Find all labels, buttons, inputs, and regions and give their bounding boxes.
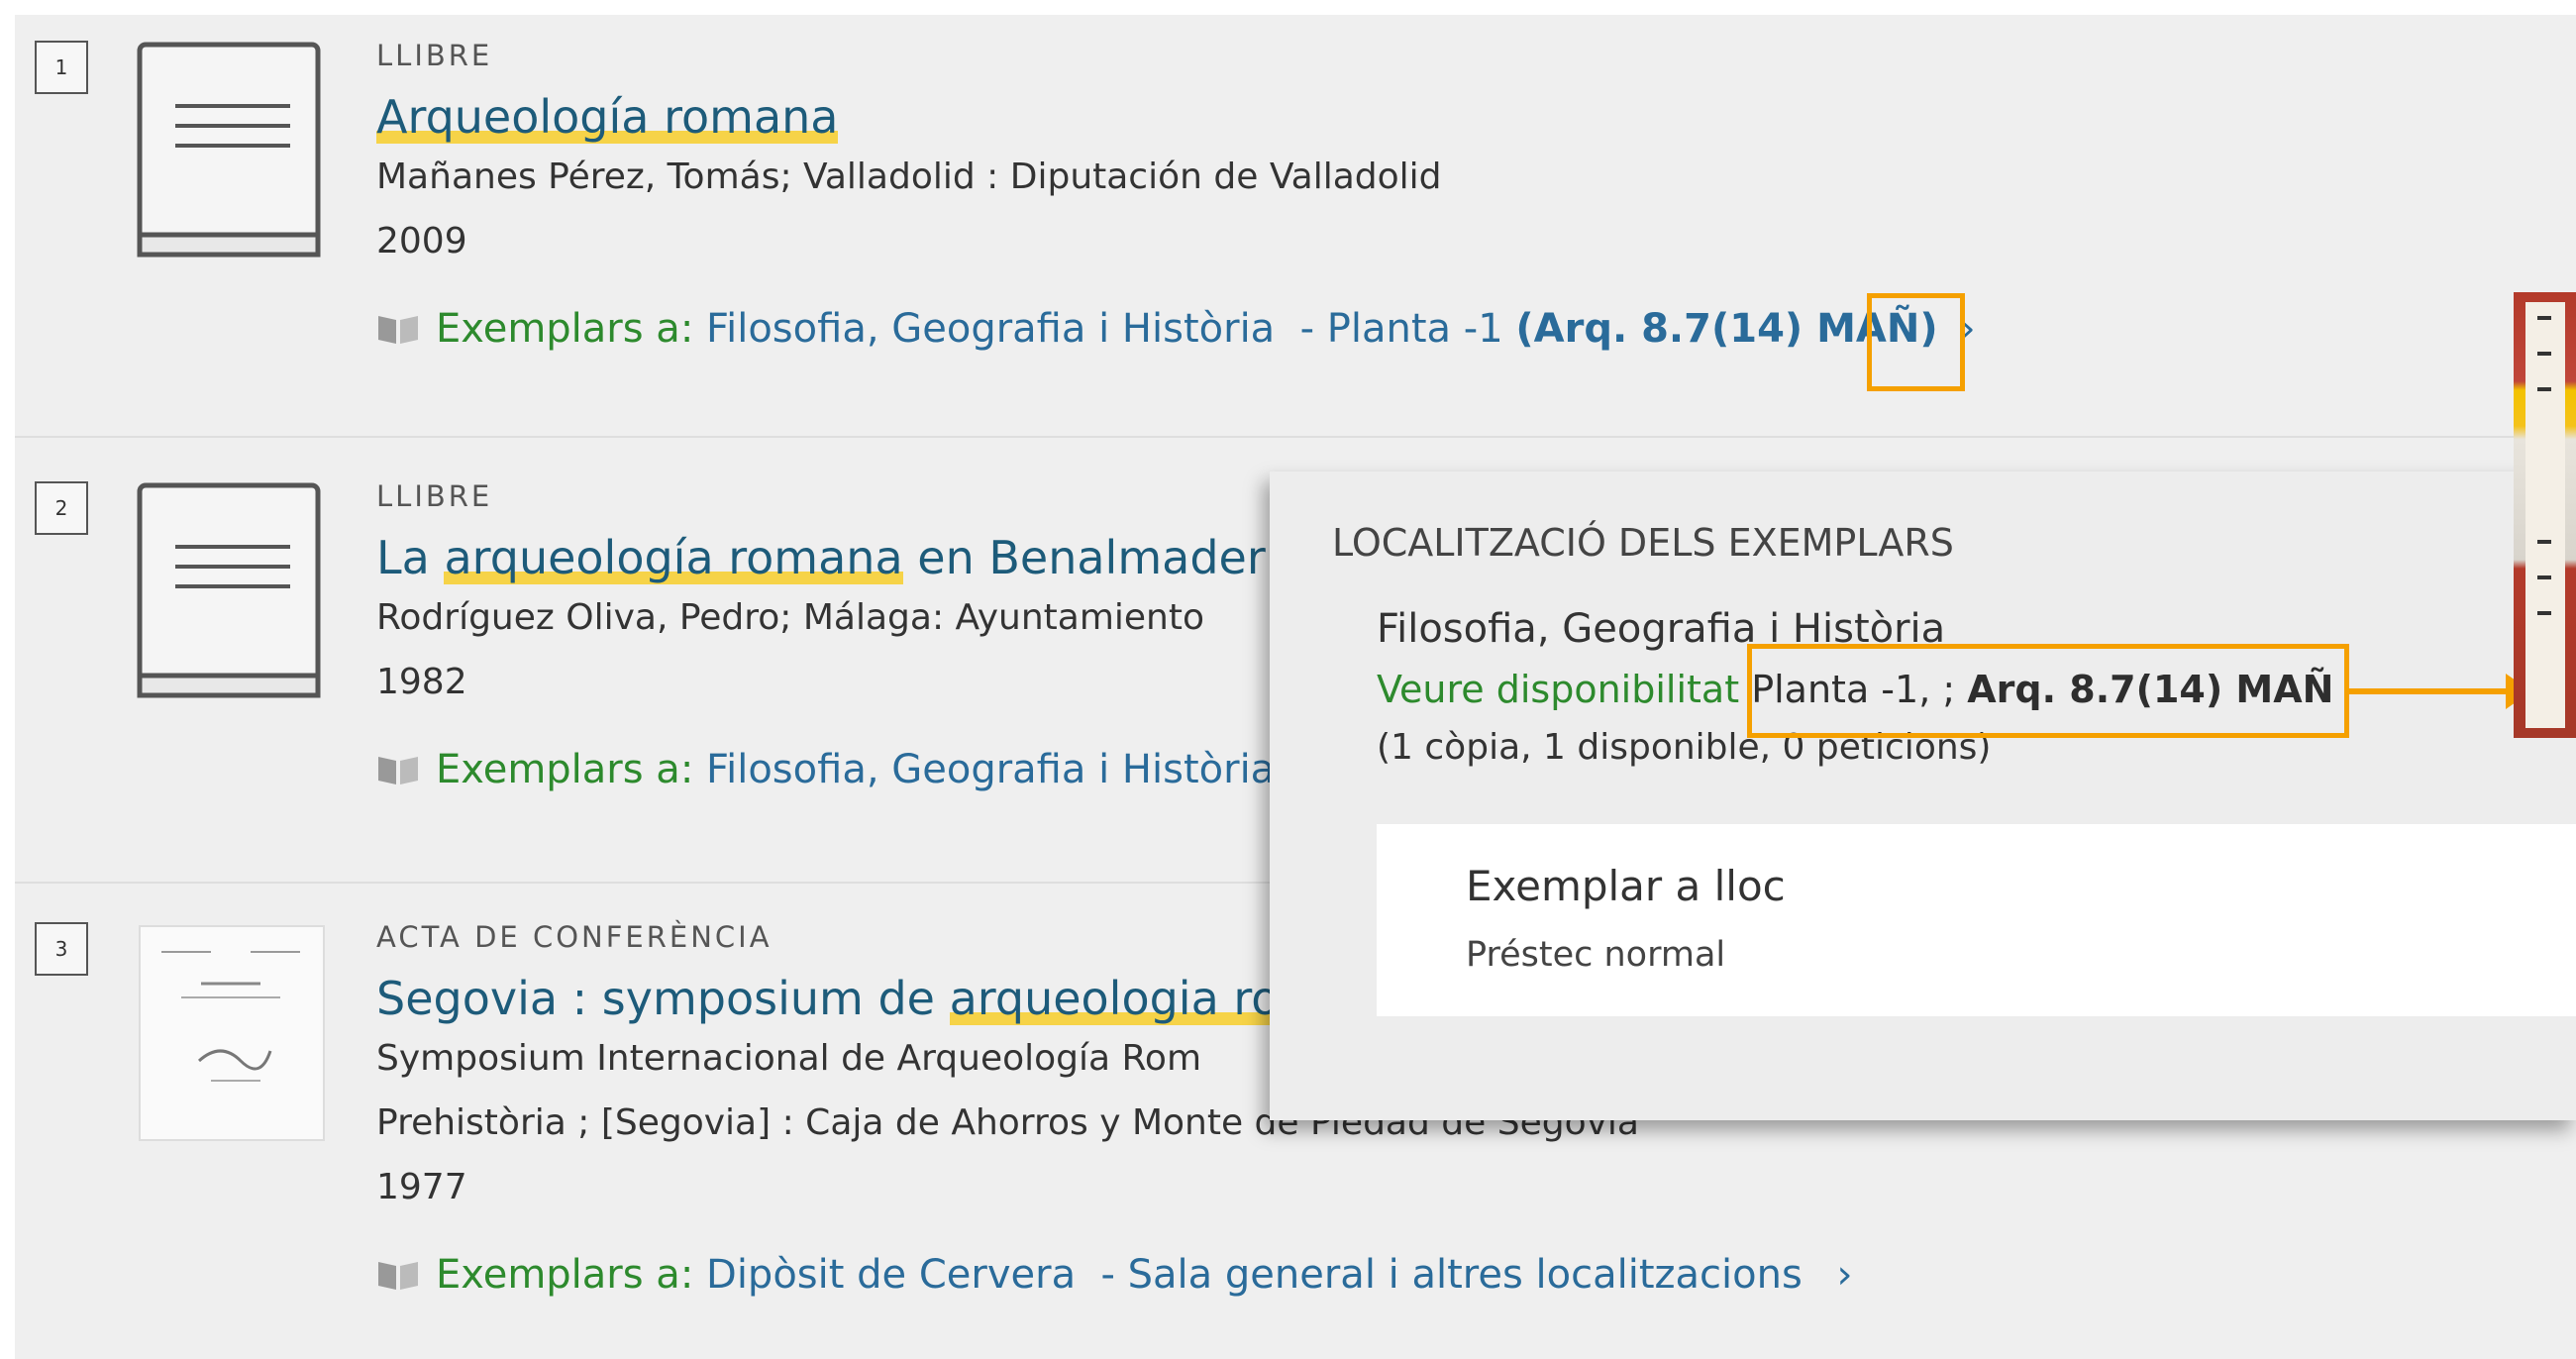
spine-mark (2537, 611, 2551, 615)
item-card[interactable]: Exemplar a lloc Préstec normal (1377, 824, 2576, 1016)
result-year: 2009 (376, 221, 467, 261)
result-number: 1 (35, 41, 88, 94)
spine-label (2525, 302, 2565, 728)
result-year: 1977 (376, 1167, 467, 1207)
title-highlight[interactable]: arqueologia ro (949, 972, 1280, 1025)
holdings-label: Exemplars a: (436, 1252, 694, 1298)
spine-mark (2537, 387, 2551, 391)
title-text[interactable]: La (376, 531, 444, 584)
open-book-icon (378, 316, 418, 344)
spine-mark (2537, 575, 2551, 579)
holdings-location[interactable]: Dipòsit de Cervera - Sala general i altr… (693, 1252, 1814, 1298)
result-number: 3 (35, 922, 88, 976)
title-text[interactable]: Segovia : symposium de (376, 972, 950, 1025)
result-authors: Mañanes Pérez, Tomás; Valladolid : Diput… (376, 157, 1442, 197)
annotation-highlight-box (1867, 293, 1965, 391)
holdings-location[interactable]: Filosofia, Geografia i Història (693, 747, 1275, 792)
popup-heading: LOCALITZACIÓ DELS EXEMPLARS (1332, 521, 1954, 565)
result-title-link[interactable]: Arqueología romana (376, 90, 839, 144)
book-cover-icon[interactable] (132, 41, 330, 270)
holdings-location[interactable]: Filosofia, Geografia i Història - Planta… (693, 306, 1515, 352)
holdings-link[interactable]: Exemplars a: Filosofia, Geografia i Hist… (376, 747, 1275, 792)
item-location-popup: LOCALITZACIÓ DELS EXEMPLARS Filosofia, G… (1270, 471, 2576, 1120)
spine-mark (2537, 540, 2551, 544)
title-highlight[interactable]: Arqueología romana (376, 90, 839, 144)
resource-type: LLIBRE (376, 39, 493, 72)
result-year: 1982 (376, 662, 467, 702)
result-number: 2 (35, 481, 88, 535)
result-title-link[interactable]: La arqueología romana en Benalmader (376, 531, 1266, 584)
shelf-label-photo (2514, 292, 2576, 738)
spine-mark (2537, 316, 2551, 320)
holdings-label: Exemplars a: (436, 747, 694, 792)
availability-link[interactable]: Veure disponibilitat (1377, 668, 1739, 711)
holdings-link[interactable]: Exemplars a: Dipòsit de Cervera - Sala g… (376, 1252, 1853, 1298)
conference-cover-thumbnail[interactable] (132, 922, 330, 1152)
item-policy: Préstec normal (1466, 935, 1726, 975)
chevron-right-icon[interactable]: › (1837, 1252, 1853, 1298)
holdings-link[interactable]: Exemplars a: Filosofia, Geografia i Hist… (376, 306, 1976, 352)
result-authors: Symposium Internacional de Arqueología R… (376, 1038, 1202, 1079)
annotation-arrow (2349, 688, 2513, 694)
item-title: Exemplar a lloc (1466, 862, 1786, 910)
annotation-highlight-box (1747, 644, 2349, 738)
result-authors: Rodríguez Oliva, Pedro; Málaga: Ayuntami… (376, 597, 1204, 638)
divider (15, 436, 2576, 438)
open-book-icon (378, 757, 418, 784)
open-book-icon (378, 1262, 418, 1290)
title-highlight[interactable]: arqueología romana (444, 531, 903, 584)
resource-type: ACTA DE CONFERÈNCIA (376, 920, 773, 954)
resource-type: LLIBRE (376, 479, 493, 513)
title-text[interactable]: en Benalmader (903, 531, 1265, 584)
spine-mark (2537, 352, 2551, 356)
result-title-link[interactable]: Segovia : symposium de arqueologia ro (376, 972, 1280, 1025)
result-item-1: 1 LLIBRE Arqueología romana Mañanes Pére… (15, 15, 2576, 456)
holdings-label: Exemplars a: (436, 306, 694, 352)
book-cover-icon[interactable] (132, 481, 330, 711)
